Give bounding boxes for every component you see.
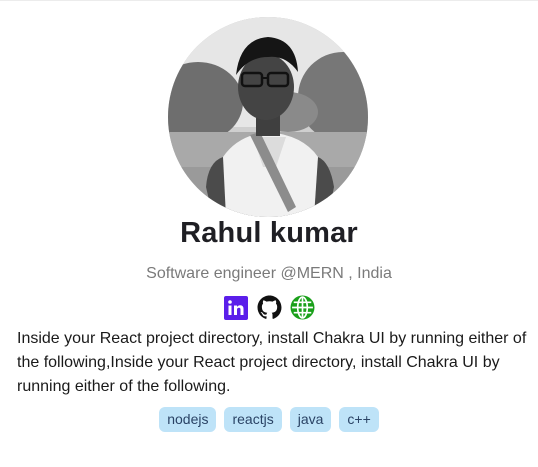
skill-tag-java: java [289,407,332,432]
github-link[interactable] [257,295,282,320]
profile-avatar [168,17,368,217]
profile-name: Rahul kumar [180,217,358,249]
linkedin-icon [224,295,248,320]
github-icon [257,295,281,319]
profile-subtitle: Software engineer @MERN , India [146,265,392,282]
profile-bio: Inside your React project directory, ins… [17,330,527,395]
social-links [0,295,538,320]
skill-tag-nodejs: nodejs [159,407,217,432]
skill-tag-reactjs: reactjs [224,407,282,432]
globe-icon [290,295,314,320]
skill-tags: nodejs reactjs java c++ [0,407,538,432]
website-link[interactable] [290,295,315,320]
skill-tag-cpp: c++ [339,407,379,432]
linkedin-link[interactable] [224,295,249,320]
profile-card: Rahul kumar Software engineer @MERN , In… [0,0,538,467]
